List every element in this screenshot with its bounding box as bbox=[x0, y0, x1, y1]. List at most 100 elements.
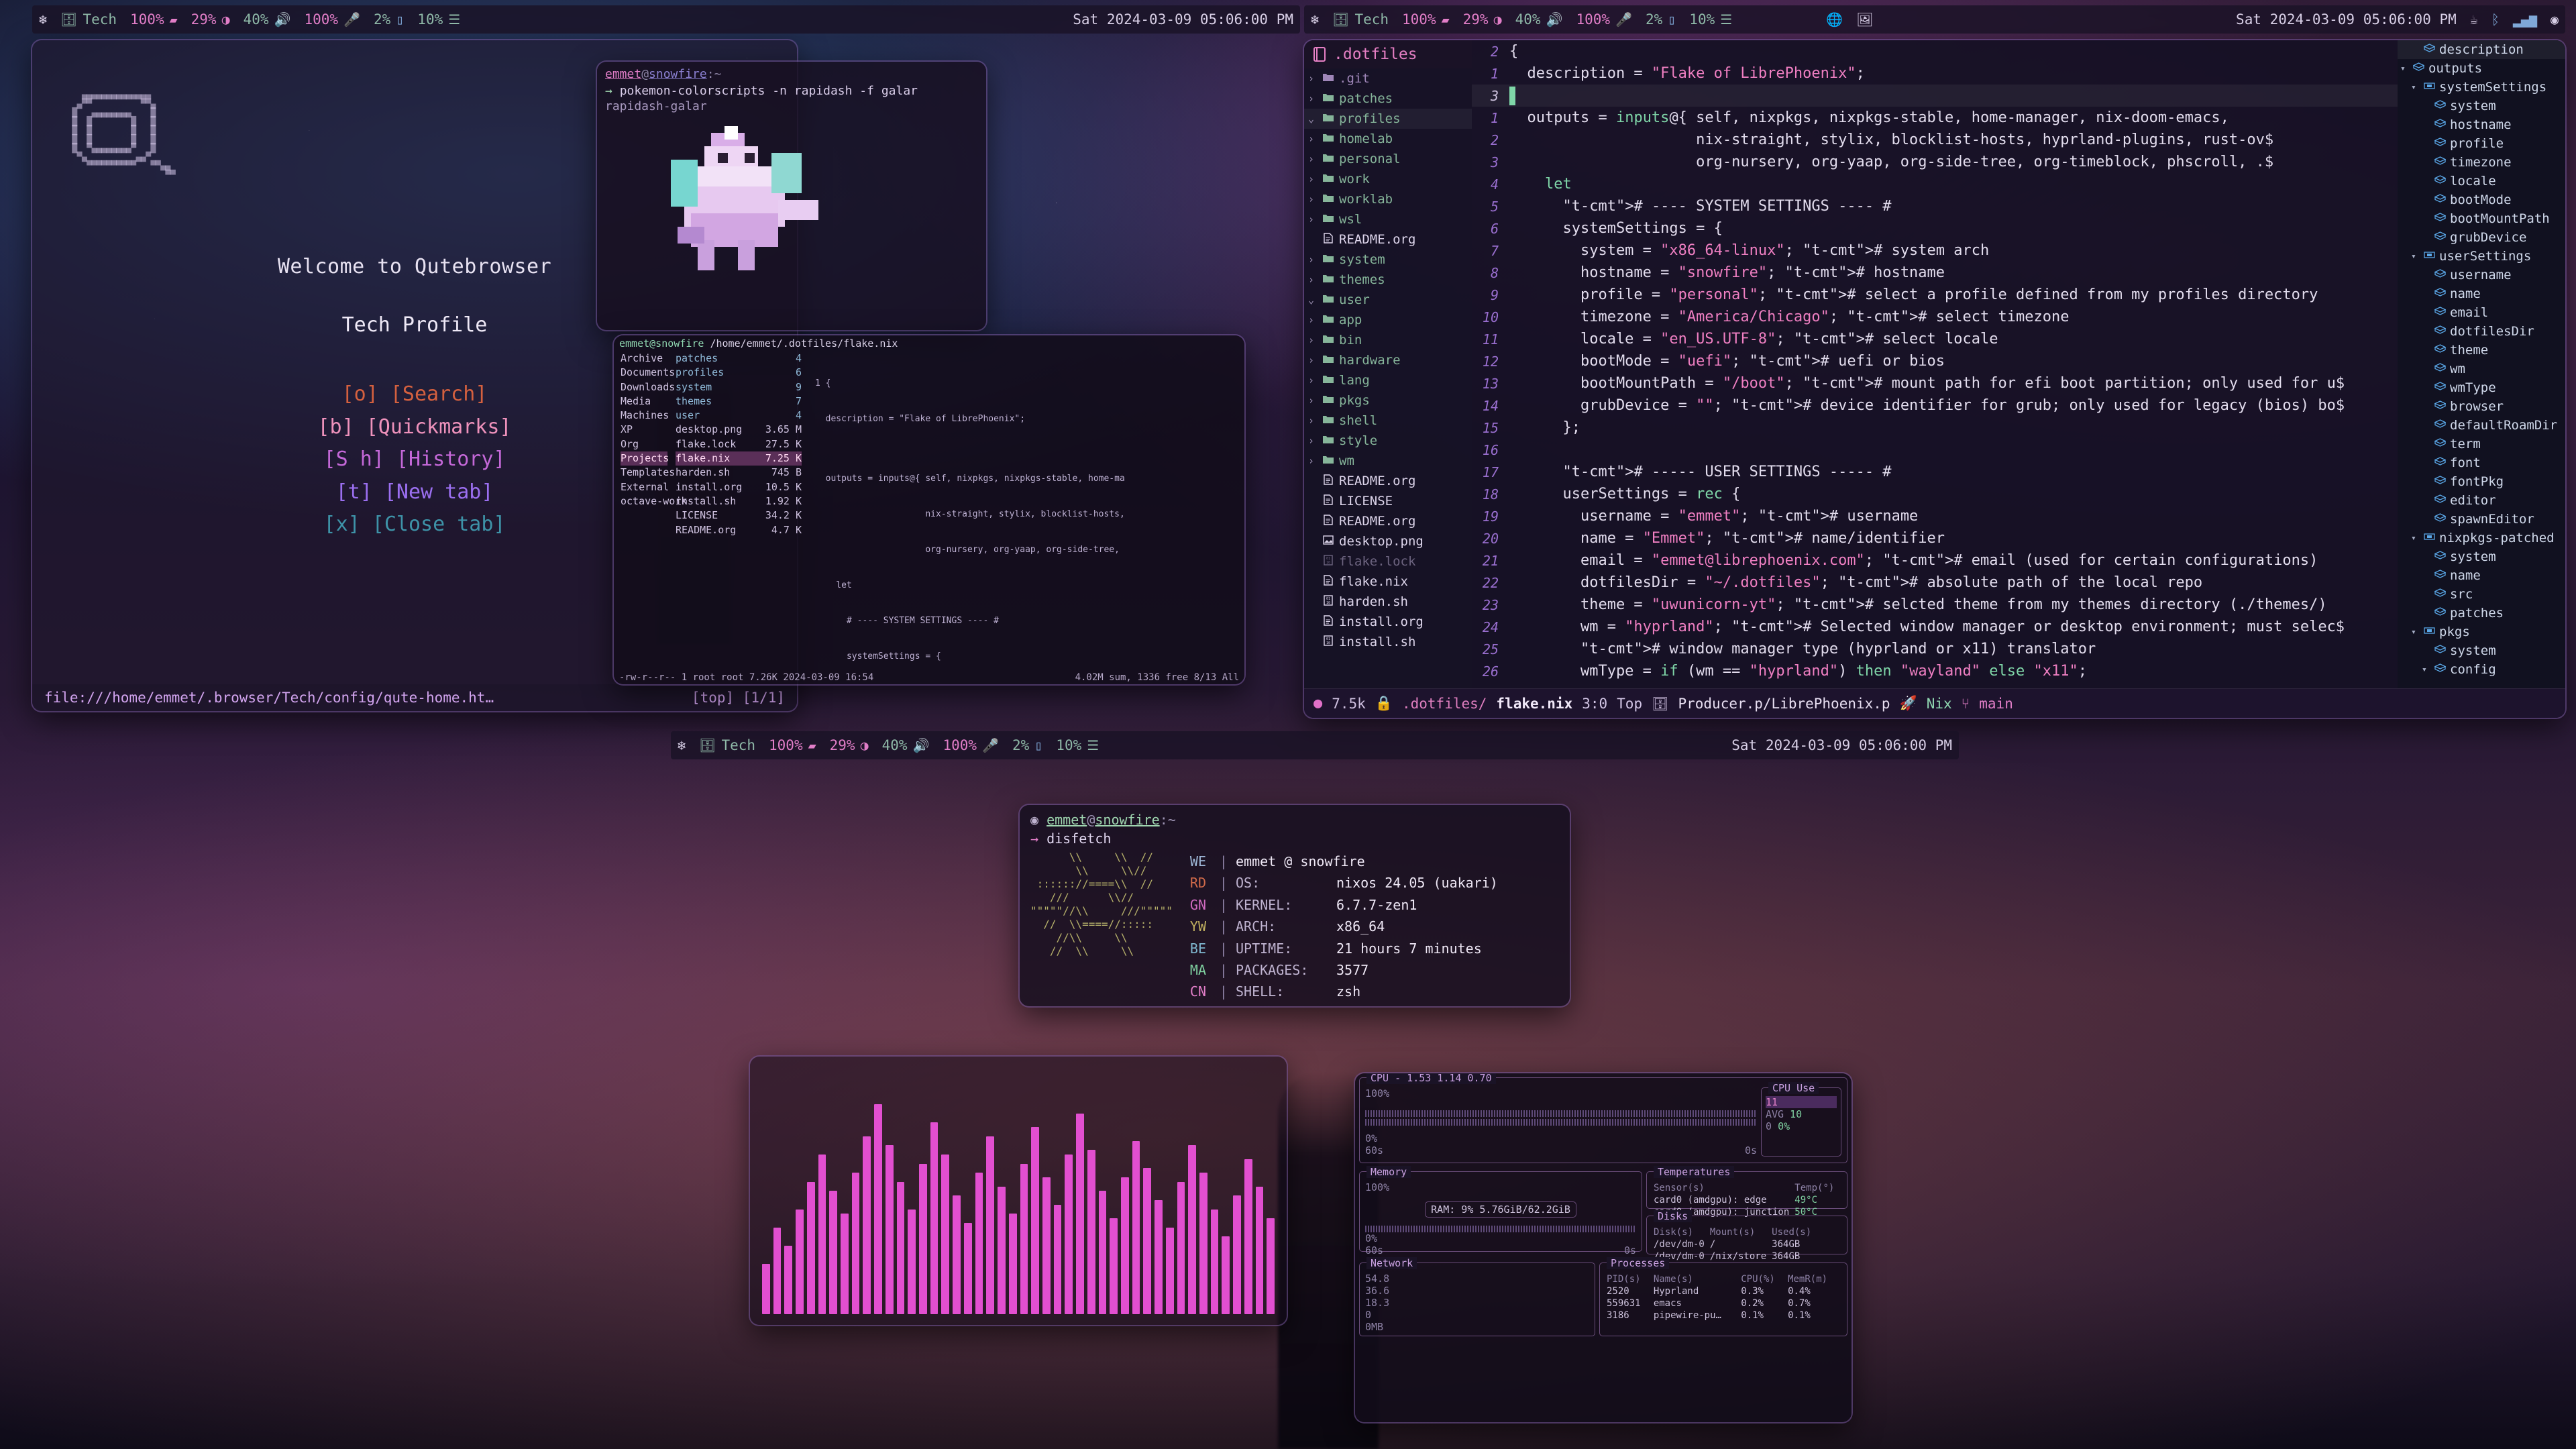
tree-item-hardware[interactable]: › hardware bbox=[1304, 350, 1472, 370]
outline-item-editor[interactable]: editor bbox=[2398, 491, 2565, 510]
chevron-icon[interactable]: ⌄ bbox=[1308, 294, 1318, 306]
outline-item-name[interactable]: name bbox=[2398, 566, 2565, 585]
tree-item-license[interactable]: LICENSE bbox=[1304, 491, 1472, 511]
cava-visualizer-window[interactable] bbox=[750, 1057, 1287, 1325]
link-new-tab[interactable]: [t] [New tab] bbox=[318, 476, 512, 509]
chevron-icon[interactable]: › bbox=[1308, 314, 1318, 326]
code-editor-pane[interactable]: 2{1 description = "Flake of LibrePhoenix… bbox=[1472, 40, 2398, 688]
pokemon-terminal-window[interactable]: emmet@snowfire:~ → pokemon-colorscripts … bbox=[597, 62, 986, 330]
tree-item-install-org[interactable]: install.org bbox=[1304, 612, 1472, 632]
workspace-indicator[interactable]: 🗄 Tech bbox=[54, 11, 123, 28]
clock-right[interactable]: Sat 2024-03-09 05:06:00 PM bbox=[2229, 11, 2463, 28]
tree-item-desktop-png[interactable]: desktop.png bbox=[1304, 531, 1472, 551]
tree-item--git[interactable]: › .git bbox=[1304, 68, 1472, 89]
code-line[interactable]: 4 let bbox=[1472, 173, 2398, 195]
outline-item-hostname[interactable]: hostname bbox=[2398, 115, 2565, 134]
bluetooth-icon[interactable]: ᛒ bbox=[2485, 13, 2506, 26]
chevron-icon[interactable]: ▾ bbox=[2411, 252, 2420, 262]
tree-item-work[interactable]: › work bbox=[1304, 169, 1472, 189]
tree-item-readme-org[interactable]: README.org bbox=[1304, 471, 1472, 491]
code-line[interactable]: 26 wmType = if (wm == "hyprland") then "… bbox=[1472, 660, 2398, 682]
outline-item-description[interactable]: description bbox=[2398, 40, 2565, 59]
code-line[interactable]: 24 wm = "hyprland"; "t-cmt"># Selected w… bbox=[1472, 616, 2398, 638]
outline-item-usersettings[interactable]: ▾ userSettings bbox=[2398, 247, 2565, 266]
clock-left[interactable]: Sat 2024-03-09 05:06:00 PM bbox=[1066, 11, 1300, 28]
code-line[interactable]: 17 "t-cmt"># ----- USER SETTINGS ----- # bbox=[1472, 461, 2398, 483]
code-line[interactable]: 2 nix-straight, stylix, blocklist-hosts,… bbox=[1472, 129, 2398, 151]
processes-panel[interactable]: Processes PID(s) Name(s) CPU(%) MemR(m) … bbox=[1599, 1257, 1847, 1336]
outline-item-dotfilesdir[interactable]: dotfilesDir bbox=[2398, 322, 2565, 341]
code-line[interactable]: 22 dotfilesDir = "~/.dotfiles"; "t-cmt">… bbox=[1472, 572, 2398, 594]
emacs-window[interactable]: .dotfiles › .git › patches ⌄ profiles › homelab… bbox=[1304, 40, 2565, 718]
outline-item-config[interactable]: ▾ config bbox=[2398, 660, 2565, 679]
chevron-icon[interactable]: ▾ bbox=[2411, 83, 2420, 93]
outline-item-bootmountpath[interactable]: bootMountPath bbox=[2398, 209, 2565, 228]
tree-item-shell[interactable]: › shell bbox=[1304, 411, 1472, 431]
workspace-indicator-right[interactable]: 🗄 Tech bbox=[1326, 11, 1395, 28]
language-mode[interactable]: Nix bbox=[1927, 696, 1952, 712]
nix-snowflake-icon[interactable]: ❄ bbox=[32, 13, 54, 26]
tree-item-style[interactable]: › style bbox=[1304, 431, 1472, 451]
code-line[interactable]: 13 bootMountPath = "/boot"; "t-cmt"># mo… bbox=[1472, 372, 2398, 394]
tree-item-readme-org[interactable]: README.org bbox=[1304, 511, 1472, 531]
outline-sidebar[interactable]: description ▾ outputs ▾ systemSettings system… bbox=[2398, 40, 2565, 688]
outline-item-system[interactable]: system bbox=[2398, 641, 2565, 660]
code-line[interactable]: 3 bbox=[1472, 85, 2398, 107]
code-line[interactable]: 3 org-nursery, org-yaap, org-side-tree, … bbox=[1472, 151, 2398, 173]
network-signal-icon[interactable]: ▂▄▆ bbox=[2506, 13, 2544, 26]
code-line[interactable]: 2{ bbox=[1472, 40, 2398, 62]
link-search[interactable]: [o] [Search] bbox=[318, 378, 512, 411]
code-line[interactable]: 16 bbox=[1472, 439, 2398, 461]
code-line[interactable]: 15 }; bbox=[1472, 417, 2398, 439]
ranger-column-current[interactable]: patches 4 profiles 6 system 9 themes 7 user 4… bbox=[672, 352, 806, 647]
tree-item-profiles[interactable]: ⌄ profiles bbox=[1304, 109, 1472, 129]
code-line[interactable]: 12 bootMode = "uefi"; "t-cmt"># uefi or … bbox=[1472, 350, 2398, 372]
tree-item-bin[interactable]: › bin bbox=[1304, 330, 1472, 350]
code-line[interactable]: 5 "t-cmt"># ---- SYSTEM SETTINGS ---- # bbox=[1472, 195, 2398, 217]
ranger-file-manager[interactable]: emmet@snowfire /home/emmet/.dotfiles/fla… bbox=[614, 335, 1244, 684]
file-tree-sidebar[interactable]: .dotfiles › .git › patches ⌄ profiles › homelab… bbox=[1304, 40, 1472, 688]
chevron-icon[interactable]: ⌄ bbox=[1308, 113, 1318, 125]
outline-item-theme[interactable]: theme bbox=[2398, 341, 2565, 360]
code-line[interactable]: 1 outputs = inputs@{ self, nixpkgs, nixp… bbox=[1472, 107, 2398, 129]
code-line[interactable]: 21 email = "emmet@librephoenix.com"; "t-… bbox=[1472, 549, 2398, 572]
btop-window[interactable]: CPU - 1.53 1.14 0.70 100% 0% 60s 0s CPU … bbox=[1355, 1073, 1851, 1422]
coffee-off-icon[interactable]: ☕ bbox=[2463, 13, 2485, 26]
tree-item-personal[interactable]: › personal bbox=[1304, 149, 1472, 169]
disc-icon[interactable]: ◉ bbox=[2544, 13, 2565, 26]
tree-item-themes[interactable]: › themes bbox=[1304, 270, 1472, 290]
outline-item-system[interactable]: system bbox=[2398, 97, 2565, 115]
outline-item-browser[interactable]: browser bbox=[2398, 397, 2565, 416]
chevron-icon[interactable]: ▾ bbox=[2411, 627, 2420, 637]
chevron-icon[interactable]: › bbox=[1308, 415, 1318, 427]
tree-item-flake-nix[interactable]: flake.nix bbox=[1304, 572, 1472, 592]
chevron-icon[interactable]: › bbox=[1308, 394, 1318, 407]
outline-item-spawneditor[interactable]: spawnEditor bbox=[2398, 510, 2565, 529]
outline-item-defaultroamdir[interactable]: defaultRoamDir bbox=[2398, 416, 2565, 435]
tree-item-app[interactable]: › app bbox=[1304, 310, 1472, 330]
link-quickmarks[interactable]: [b] [Quickmarks] bbox=[318, 411, 512, 444]
volume-indicator[interactable]: 40% 🔊 bbox=[237, 11, 298, 28]
chevron-icon[interactable]: › bbox=[1308, 133, 1318, 145]
code-line[interactable]: 7 system = "x86_64-linux"; "t-cmt"># sys… bbox=[1472, 239, 2398, 262]
outline-item-pkgs[interactable]: ▾ pkgs bbox=[2398, 623, 2565, 641]
project-name[interactable]: Producer.p/LibrePhoenix.p bbox=[1678, 696, 1890, 712]
tree-item-patches[interactable]: › patches bbox=[1304, 89, 1472, 109]
outline-item-timezone[interactable]: timezone bbox=[2398, 153, 2565, 172]
outline-item-grubdevice[interactable]: grubDevice bbox=[2398, 228, 2565, 247]
volume-indicator-bottom[interactable]: 40% 🔊 bbox=[875, 737, 936, 753]
outline-item-system[interactable]: system bbox=[2398, 547, 2565, 566]
globe-icon[interactable]: 🌐 bbox=[1819, 13, 1849, 26]
chevron-icon[interactable]: › bbox=[1308, 193, 1318, 205]
outline-item-wmtype[interactable]: wmType bbox=[2398, 378, 2565, 397]
code-line[interactable]: 23 theme = "uwunicorn-yt"; "t-cmt"># sel… bbox=[1472, 594, 2398, 616]
tree-item-user[interactable]: ⌄ user bbox=[1304, 290, 1472, 310]
image-icon[interactable]: 🖼 bbox=[1849, 13, 1880, 26]
tree-item-harden-sh[interactable]: 01 10 harden.sh bbox=[1304, 592, 1472, 612]
chevron-icon[interactable]: › bbox=[1308, 354, 1318, 366]
chevron-icon[interactable]: ▾ bbox=[2411, 533, 2420, 543]
code-line[interactable]: 9 profile = "personal"; "t-cmt"># select… bbox=[1472, 284, 2398, 306]
git-branch-name[interactable]: main bbox=[1979, 696, 2013, 712]
chevron-icon[interactable]: › bbox=[1308, 173, 1318, 185]
lock-icon[interactable]: 🔒 bbox=[1375, 695, 1393, 712]
